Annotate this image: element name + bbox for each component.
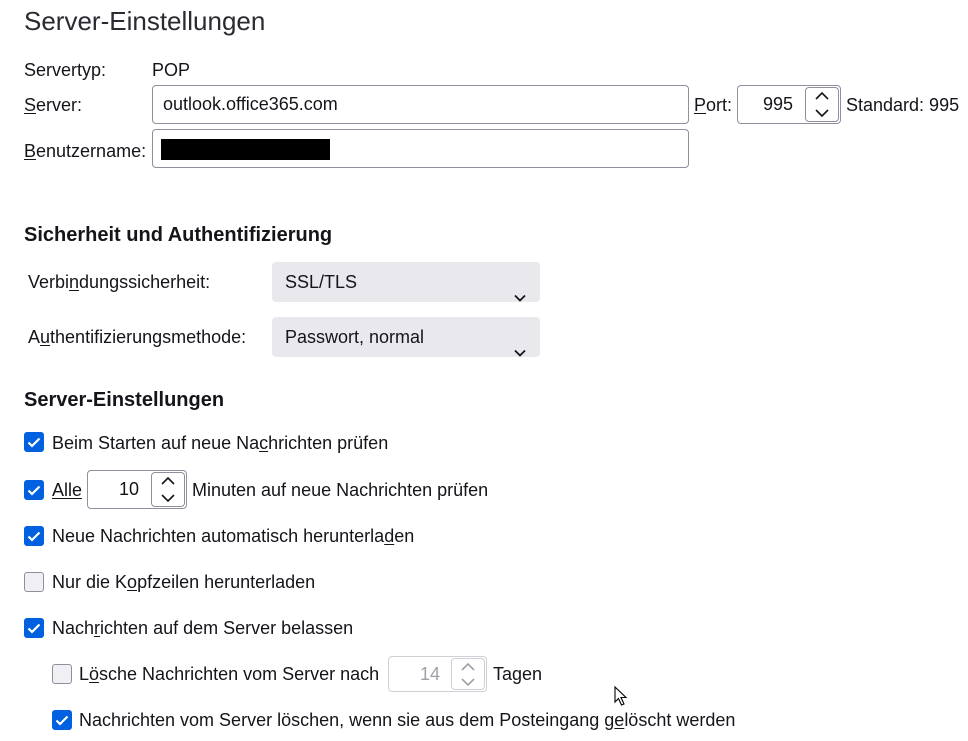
auto-download-accesskey: d	[384, 526, 395, 546]
check-every-accesskey: Alle	[52, 480, 83, 500]
chevron-down-icon[interactable]	[806, 105, 838, 122]
chevron-up-icon[interactable]	[806, 88, 838, 105]
connection-security-label-post: dungssicherheit:	[79, 272, 211, 292]
check-on-start-checkbox[interactable]	[24, 432, 44, 452]
chevron-down-icon[interactable]	[452, 674, 484, 689]
check-every-checkbox[interactable]	[24, 480, 44, 500]
delete-after-checkbox[interactable]	[52, 664, 72, 684]
auto-download-checkbox[interactable]	[24, 526, 44, 546]
leave-on-server-label[interactable]: Nachrichten auf dem Server belassen	[52, 616, 353, 640]
delete-when-deleted-post: löscht werden	[624, 710, 736, 730]
delete-after-days-stepper-buttons[interactable]	[451, 658, 485, 690]
connection-security-value: SSL/TLS	[285, 272, 358, 292]
check-on-start-pre: Beim Starten auf neue Na	[52, 433, 260, 453]
check-on-start-label[interactable]: Beim Starten auf neue Nachrichten prüfen	[52, 431, 388, 455]
delete-when-deleted-accesskey: e	[614, 710, 625, 730]
server-label-rest: erver:	[36, 95, 83, 115]
chevron-up-icon[interactable]	[152, 473, 184, 490]
chevron-down-icon[interactable]	[152, 490, 184, 507]
connection-security-label: Verbindungssicherheit:	[28, 270, 210, 294]
check-icon	[27, 623, 41, 634]
check-icon	[27, 485, 41, 496]
mouse-pointer-icon	[614, 685, 628, 712]
auto-download-label[interactable]: Neue Nachrichten automatisch herunterlad…	[52, 524, 414, 548]
connection-security-label-pre: Verbi	[28, 272, 70, 292]
chevron-down-icon	[514, 331, 526, 371]
headers-only-checkbox[interactable]	[24, 572, 44, 592]
auto-download-pre: Neue Nachrichten automatisch herunterla	[52, 526, 385, 546]
server-label: Server:	[24, 93, 82, 117]
check-interval-stepper[interactable]: 10	[87, 470, 187, 509]
leave-on-server-checkbox[interactable]	[24, 618, 44, 638]
username-input[interactable]	[152, 129, 689, 168]
leave-on-server-post: ichten auf dem Server belassen	[100, 618, 354, 638]
auth-method-select[interactable]: Passwort, normal	[272, 317, 540, 357]
port-label-accesskey: P	[694, 95, 707, 115]
headers-only-label[interactable]: Nur die Kopfzeilen herunterladen	[52, 570, 315, 594]
check-icon	[27, 437, 41, 448]
port-stepper-buttons[interactable]	[805, 87, 839, 122]
redacted-username	[161, 139, 330, 160]
server-label-accesskey: S	[24, 95, 37, 115]
auth-method-label-post: thentifizierungsmethode:	[50, 327, 247, 347]
chevron-up-icon[interactable]	[452, 659, 484, 674]
auth-method-label-pre: A	[28, 327, 41, 347]
port-label: Port:	[694, 93, 732, 117]
delete-after-label[interactable]: Lösche Nachrichten vom Server nach	[79, 662, 379, 686]
auth-method-label-accesskey: u	[40, 327, 51, 347]
delete-after-days-stepper[interactable]: 14	[388, 656, 487, 692]
delete-when-deleted-pre: Nachrichten vom Server löschen, wenn sie…	[79, 710, 615, 730]
check-icon	[27, 531, 41, 542]
delete-after-post: sche Nachrichten vom Server nach	[99, 664, 380, 684]
check-every-suffix: Minuten auf neue Nachrichten prüfen	[192, 480, 489, 500]
server-type-label: Servertyp:	[24, 60, 107, 80]
headers-only-pre: Nur die K	[52, 572, 128, 592]
port-standard-text: Standard: 995	[846, 95, 960, 115]
port-stepper[interactable]: 995	[737, 85, 841, 124]
delete-after-pre: L	[79, 664, 90, 684]
check-every-label[interactable]: Alle	[52, 478, 82, 502]
auth-method-label: Authentifizierungsmethode:	[28, 325, 246, 349]
server-type-value: POP	[152, 60, 191, 80]
auto-download-post: en	[394, 526, 415, 546]
delete-after-accesskey: ö	[89, 664, 100, 684]
delete-when-deleted-label[interactable]: Nachrichten vom Server löschen, wenn sie…	[79, 708, 735, 732]
check-on-start-post: hrichten prüfen	[268, 433, 389, 453]
connection-security-label-accesskey: n	[69, 272, 80, 292]
security-heading: Sicherheit und Authentifizierung	[24, 224, 333, 246]
check-interval-stepper-buttons[interactable]	[151, 472, 185, 507]
server-input[interactable]: outlook.office365.com	[152, 85, 689, 124]
check-icon	[55, 715, 69, 726]
port-label-rest: ort:	[706, 95, 733, 115]
delete-after-suffix: Tagen	[493, 664, 543, 684]
username-label-rest: enutzername:	[36, 141, 147, 161]
username-label-accesskey: B	[24, 141, 37, 161]
chevron-down-icon	[514, 276, 526, 316]
username-label: Benutzername:	[24, 139, 146, 163]
delete-when-deleted-checkbox[interactable]	[52, 710, 72, 730]
auth-method-value: Passwort, normal	[285, 327, 425, 347]
server-settings-heading: Server-Einstellungen	[24, 389, 225, 411]
leave-on-server-pre: Nach	[52, 618, 95, 638]
page-title: Server-Einstellungen	[24, 6, 266, 36]
headers-only-accesskey: o	[127, 572, 138, 592]
check-on-start-accesskey: c	[259, 433, 269, 453]
headers-only-post: pfzeilen herunterladen	[137, 572, 316, 592]
connection-security-select[interactable]: SSL/TLS	[272, 262, 540, 302]
